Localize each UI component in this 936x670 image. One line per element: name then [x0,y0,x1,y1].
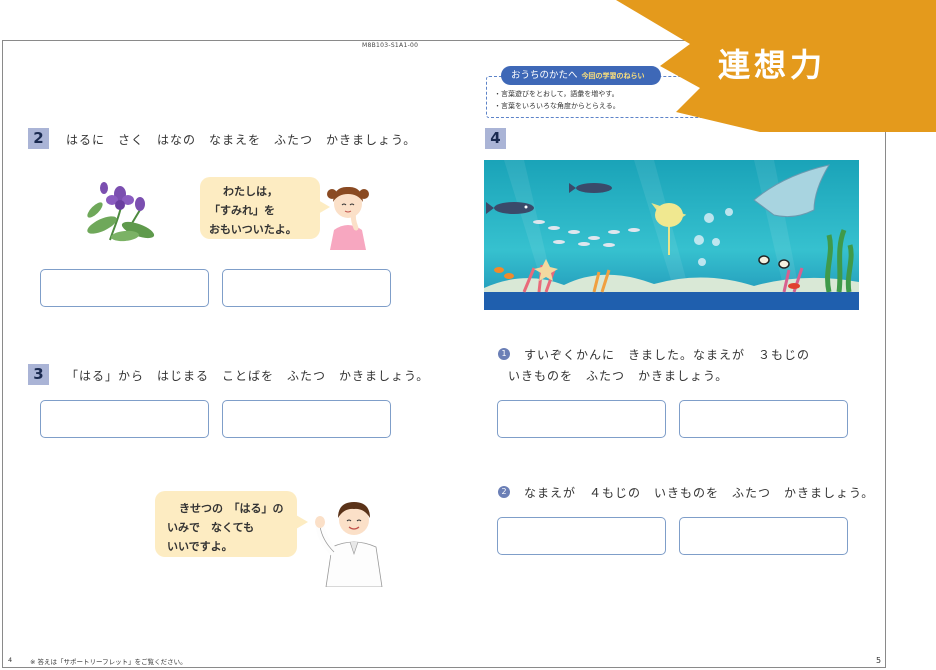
girl-thinking-illustration [327,186,369,250]
question-2-number: 2 [28,128,49,149]
answer-box-q3-2[interactable] [222,400,391,438]
bubble-line: 「すみれ」を [209,204,275,217]
answer-box-q4-1-1[interactable] [497,400,666,438]
answer-box-q2-1[interactable] [40,269,209,307]
subquestion-2-number: 2 [498,486,510,498]
subquestion-1-number: 1 [498,348,510,360]
bubble-line: わたしは， [223,185,278,198]
violet-flower-illustration [87,182,155,242]
question-3-number: 3 [28,364,49,385]
question-4-number: 4 [485,128,506,149]
teacher-speech-bubble: きせつの 「はる」の いみで なくても いいですよ。 [155,491,297,557]
parent-note-title-text: おうちのかたへ [511,70,578,81]
right-page-number: 5 [876,656,882,665]
parent-note-title: おうちのかたへ 今回の学習のねらい [501,66,661,85]
subquestion-1-text-line1: すいぞくかんに きました。なまえが ３もじの [524,348,811,362]
parent-note-point: ・言葉遊びをとおして，語彙を増やす。 [494,90,619,98]
answer-box-q4-2-1[interactable] [497,517,666,555]
subquestion-2-text: なまえが ４もじの いきものを ふたつ かきましょう。 [524,486,875,500]
parent-note-point: ・言葉をいろいろな角度からとらえる。 [494,102,620,110]
left-page-number: 4 [8,656,13,664]
answer-box-q4-2-2[interactable] [679,517,848,555]
aquarium-illustration [484,160,859,310]
document-code: M8B103-S1A1-00 [362,42,419,49]
question-2-text: はるに さく はなの なまえを ふたつ かきましょう。 [66,133,417,147]
parent-note-subtitle: 今回の学習のねらい [581,72,645,80]
bubble-line: おもいついたよ。 [209,223,297,236]
answer-note: ※ 答えは「サポートリーフレット」をご覧ください。 [30,658,187,666]
bubble-tail [296,515,308,529]
banner-label: 連想力 [718,46,827,84]
answer-box-q2-2[interactable] [222,269,391,307]
question-3-text: 「はる」から はじまる ことばを ふたつ かきましょう。 [66,369,430,383]
bubble-line: いみで なくても [167,521,255,534]
answer-box-q4-1-2[interactable] [679,400,848,438]
bubble-line: きせつの 「はる」の [179,502,284,515]
teacher-illustration [315,502,383,587]
girl-speech-bubble: わたしは， 「すみれ」を おもいついたよ。 [200,177,320,239]
answer-box-q3-1[interactable] [40,400,209,438]
subquestion-1-text-line2: いきものを ふたつ かきましょう。 [508,369,729,383]
bubble-line: いいですよ。 [167,540,233,553]
